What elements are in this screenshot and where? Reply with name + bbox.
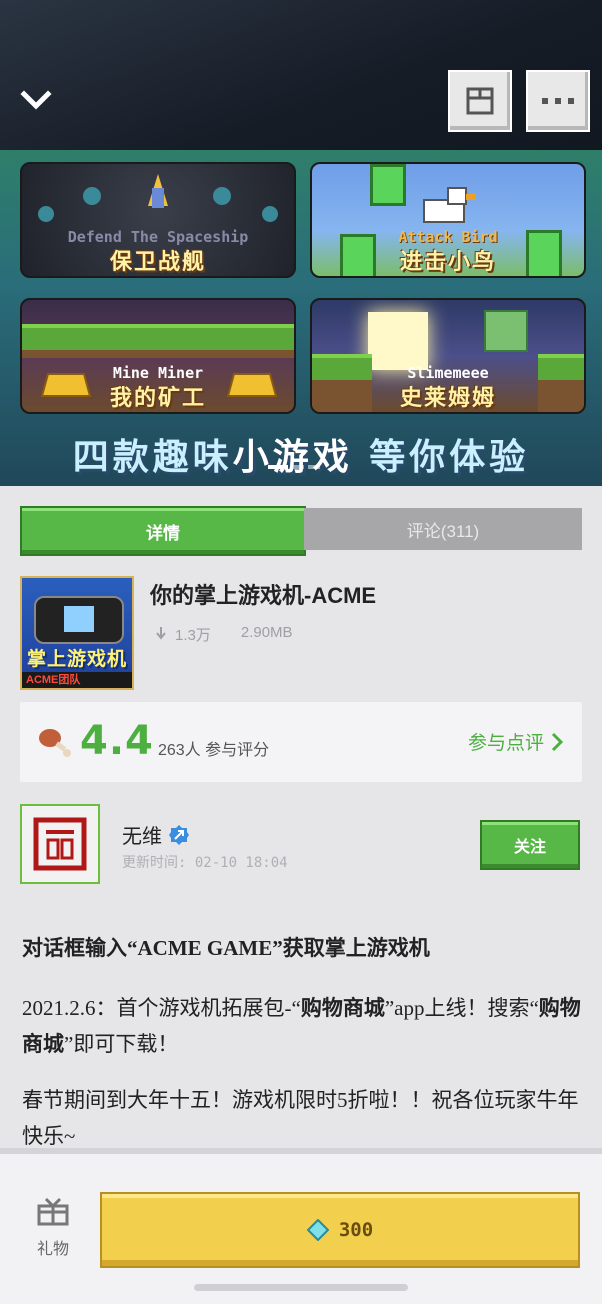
rate-link-label: 参与点评	[467, 733, 544, 754]
tile-title-cn: 史莱姆姆	[399, 386, 496, 411]
file-size: 2.90MB	[240, 624, 293, 641]
console-screen	[64, 606, 94, 632]
pipe-shape	[370, 164, 406, 206]
author-avatar[interactable]	[20, 804, 100, 884]
chevron-down-icon	[20, 90, 52, 110]
favorite-button[interactable]	[448, 70, 512, 132]
buy-button[interactable]: 300	[100, 1192, 580, 1268]
pager-dot	[292, 465, 304, 469]
buy-price: 300	[338, 1219, 374, 1241]
author-name: 无维	[122, 826, 162, 848]
gift-icon	[37, 1197, 69, 1226]
tab-bar: 详情 评论(311)	[20, 506, 582, 556]
more-button[interactable]	[526, 70, 590, 132]
description-bold: 购物商城	[300, 996, 385, 1020]
description-paragraph: 2021.2.6：首个游戏机拓展包-“购物商城”app上线！搜索“购物商城”即可…	[22, 990, 584, 1062]
download-count: 1.3万	[175, 627, 211, 644]
rating-card: 4.4 263人 参与评分 参与点评	[20, 702, 582, 782]
slime-icon	[484, 310, 528, 352]
game-tile-slimemeee[interactable]: Slimemeee 史莱姆姆	[310, 298, 586, 414]
sun-shape	[368, 312, 428, 370]
pager-dot	[308, 465, 320, 469]
tile-title-cn: 我的矿工	[109, 386, 206, 411]
bookmark-icon	[466, 87, 494, 115]
tab-detail[interactable]: 详情	[20, 506, 306, 556]
update-time: 更新时间: 02-10 18:04	[122, 855, 288, 871]
tab-comments[interactable]: 评论(311)	[304, 508, 582, 550]
follow-button[interactable]: 关注	[480, 820, 580, 870]
slogan-part: 四款趣味	[72, 437, 233, 478]
tile-title-cn: 保卫战舰	[109, 250, 206, 275]
chevron-right-icon	[551, 732, 564, 751]
dirt-strip	[22, 350, 294, 358]
console-icon	[34, 596, 124, 644]
banner-pager	[268, 456, 334, 469]
app-icon-tag: ACME团队	[22, 672, 132, 688]
app-name: 你的掌上游戏机-ACME	[150, 583, 377, 608]
rating-count: 263人 参与评分	[158, 742, 270, 759]
description-paragraph: 春节期间到大年十五！游戏机限时5折啦！！祝各位玩家牛年快乐~	[22, 1088, 579, 1148]
game-tile-attack-bird[interactable]: Attack Bird 进击小鸟	[310, 162, 586, 278]
verified-badge-icon	[169, 824, 189, 845]
download-icon	[156, 627, 166, 640]
gift-label: 礼物	[36, 1241, 69, 1258]
rating-score: 4.4	[80, 718, 154, 764]
rate-link[interactable]: 参与点评	[468, 728, 564, 755]
description-text: ”即可下载！	[64, 1032, 179, 1056]
diamond-icon	[306, 1219, 329, 1241]
game-tile-defend-spaceship[interactable]: Defend The Spaceship 保卫战舰	[20, 162, 296, 278]
hero-banner: Defend The Spaceship 保卫战舰 Attack Bird 进击…	[0, 0, 602, 486]
description-text: 2021.2.6：首个游戏机拓展包-“	[22, 996, 301, 1020]
slogan-part: 等你体验	[352, 437, 530, 478]
tile-title-cn: 进击小鸟	[399, 250, 496, 275]
game-tile-mine-miner[interactable]: Mine Miner 我的矿工	[20, 298, 296, 414]
more-icon	[542, 98, 574, 104]
home-indicator	[194, 1284, 408, 1291]
bird-icon	[423, 187, 476, 223]
app-icon[interactable]: 掌上游戏机 ACME团队	[20, 576, 134, 690]
app-icon-text: 掌上游戏机	[26, 649, 127, 670]
drumstick-icon	[39, 729, 71, 757]
app-meta: 1.3万 2.90MB	[155, 624, 293, 645]
gift-button[interactable]: 礼物	[30, 1196, 76, 1259]
banner-slogan: 四款趣味小游戏 等你体验	[0, 428, 602, 480]
bottom-action-bar: 礼物 300	[0, 1148, 602, 1304]
pager-dot-active	[268, 465, 288, 469]
back-button[interactable]	[16, 80, 56, 120]
description-text: ”app上线！搜索“	[384, 996, 539, 1020]
description-heading: 对话框输入“ACME GAME”获取掌上游戏机	[22, 936, 430, 960]
author-name-row: 无维	[122, 820, 190, 849]
detail-content: 详情 评论(311) 掌上游戏机 ACME团队 你的掌上游戏机-ACME 1.3…	[0, 486, 602, 1148]
author-logo-icon	[33, 817, 87, 871]
